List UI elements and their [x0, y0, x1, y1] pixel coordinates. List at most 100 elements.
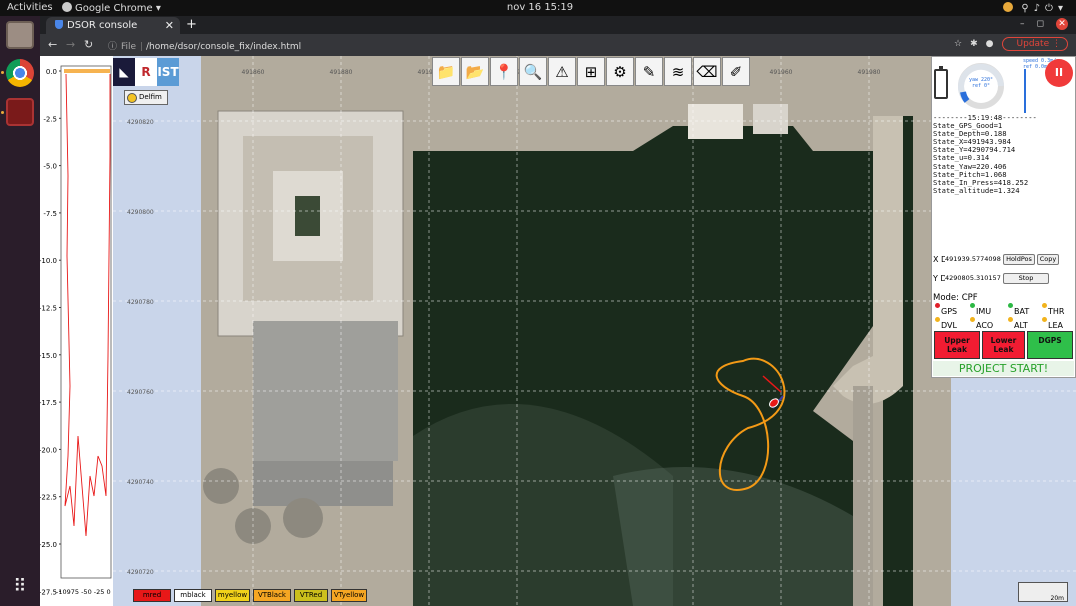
info-icon: ⓘ [108, 42, 118, 52]
ruler-icon[interactable]: ⊞ [577, 57, 605, 86]
vehicle-name: Delfim [139, 93, 162, 101]
isr-logo: R [135, 58, 157, 86]
grid-x-label: 491860 [242, 69, 265, 76]
clock[interactable]: nov 16 15:19 [500, 2, 580, 13]
profile-icon[interactable]: ● [986, 39, 994, 49]
x-input[interactable]: 491939.5774098 [945, 254, 1002, 265]
layer-button-vtred[interactable]: VTRed [294, 589, 328, 602]
eraser-icon[interactable]: ⌫ [693, 57, 721, 86]
vehicle-select-button[interactable]: Delfim [124, 90, 168, 105]
volume-icon: ♪ [1033, 3, 1046, 14]
tab-dsor-console[interactable]: DSOR console ✕ [46, 17, 180, 34]
pencil-icon[interactable]: ✎ [635, 57, 663, 86]
depth-tick-label: -7.5 [43, 210, 57, 218]
address-bar: ← → ↻ ⓘ File | /home/dsor/console_fix/inde… [40, 34, 1076, 56]
app-menu[interactable]: Google Chrome ▾ [62, 2, 161, 14]
stop-button[interactable]: Stop [1003, 273, 1049, 284]
copy-button[interactable]: Copy [1037, 254, 1059, 265]
url-field[interactable]: ⓘ File | /home/dsor/console_fix/index.html [108, 39, 301, 52]
pause-button[interactable]: II [1045, 59, 1073, 87]
new-tab-button[interactable]: + [186, 17, 197, 32]
layer-button-mblack[interactable]: mblack [174, 589, 212, 602]
activities-button[interactable]: Activities [7, 2, 53, 13]
warning-icon[interactable]: ⚠ [548, 57, 576, 86]
grid-y-label: 4290720 [127, 569, 154, 576]
indicator-label: IMU [976, 307, 992, 316]
layer-button-myellow[interactable]: myellow [215, 589, 250, 602]
map-pin-icon[interactable]: 📍 [490, 57, 518, 86]
holdpos-button[interactable]: HoldPos [1003, 254, 1035, 265]
eraser-tool-icon[interactable]: ✐ [722, 57, 750, 86]
show-applications-icon[interactable]: ⠿ [9, 576, 31, 598]
network-icon: ⚲ [1021, 3, 1034, 14]
depth-tick-label: -17.5 [40, 399, 57, 407]
close-window-icon[interactable]: ✕ [1056, 18, 1068, 30]
logos: ◣ R IST [113, 58, 179, 86]
folder-open-icon[interactable]: 📂 [461, 57, 489, 86]
project-start-banner[interactable]: PROJECT START! [933, 361, 1074, 376]
leak-button-lower-leak[interactable]: Lower Leak [982, 331, 1025, 359]
depth-tick-label: -25.0 [40, 541, 57, 549]
files-icon[interactable] [6, 21, 34, 49]
file-label: File [121, 42, 137, 52]
depth-tick-label: -5.0 [43, 163, 57, 171]
battery-icon [934, 66, 948, 99]
scale-label: 20m [1050, 595, 1064, 602]
chrome-dock-icon[interactable] [6, 59, 34, 87]
depth-plot-svg: 0.0 -2.5 -5.0 -7.5 -10.0 -12.5 -15.0 -17.5 -20.0… [40, 65, 112, 596]
magnifier-icon[interactable]: 🔍 [519, 57, 547, 86]
close-tab-icon[interactable]: ✕ [165, 19, 174, 32]
y-row: Y D 4290805.310157 Stop [932, 273, 1076, 285]
star-icon[interactable]: ☆ [954, 39, 962, 49]
layer-button-mred[interactable]: mred [133, 589, 171, 602]
status-dot-icon [970, 317, 975, 322]
layer-button-vtblack[interactable]: VTBlack [253, 589, 291, 602]
page-content: 0.0 -2.5 -5.0 -7.5 -10.0 -12.5 -15.0 -17.5 -20.0… [40, 56, 1076, 606]
folder-icon[interactable]: 📁 [432, 57, 460, 86]
maximize-icon[interactable]: ◻ [1037, 19, 1044, 29]
indicator-label: ALT [1014, 321, 1028, 330]
scale-bar: 20m [1018, 582, 1068, 602]
terminal-icon[interactable] [6, 98, 34, 126]
status-dot-icon [970, 303, 975, 308]
extensions-icon[interactable]: ✱ [970, 39, 978, 49]
status-dot-icon [1008, 317, 1013, 322]
telemetry-panel: yaw 220° ref 0° speed 0.3m/s ref 0.0m/s … [931, 56, 1076, 378]
shield-icon [55, 20, 63, 29]
plaza-circle [203, 468, 239, 504]
update-label: Update [1016, 39, 1050, 49]
layer-button-vtyellow[interactable]: VTyellow [331, 589, 367, 602]
depth-tick-label: -10.0 [40, 257, 57, 265]
minimize-icon[interactable]: – [1020, 19, 1025, 29]
depth-reference-line [64, 69, 110, 73]
y-input[interactable]: 4290805.310157 [945, 273, 1002, 284]
dock: ⠿ [0, 16, 40, 606]
grid-x-label: 491980 [858, 69, 881, 76]
depth-tick-label: -27.5 [40, 588, 57, 596]
indicator-label: BAT [1014, 307, 1030, 316]
status-dot-icon [1008, 303, 1013, 308]
status-dot-icon [1042, 317, 1047, 322]
back-icon[interactable]: ← [48, 38, 57, 51]
depth-tick-label: -15.0 [40, 352, 57, 360]
chevron-down-icon: ▾ [1057, 3, 1068, 14]
grid-x-label: 491960 [770, 69, 793, 76]
reload-icon[interactable]: ↻ [84, 38, 93, 51]
gear-tools-icon[interactable]: ⚙ [606, 57, 634, 86]
small-building [753, 104, 788, 134]
forward-icon[interactable]: → [66, 38, 75, 51]
state-log[interactable]: --------15:19:48-------- State_GPS_Good=… [932, 113, 1076, 254]
status-dot-icon [935, 317, 940, 322]
running-indicator [1, 111, 4, 114]
address-bar-actions: ☆ ✱ ● Update ⋮ [946, 37, 1068, 51]
status-dot-icon [1042, 303, 1047, 308]
system-tray[interactable]: ⚲♪⏻▾ [1003, 2, 1068, 14]
system-top-bar: Activities Google Chrome ▾ nov 16 15:19 … [0, 0, 1076, 16]
leak-button-dgps[interactable]: DGPS [1027, 331, 1073, 359]
indicator-label: LEA [1048, 321, 1063, 330]
gauge-text: yaw 220° ref 0° [965, 77, 997, 89]
speed-bar [1024, 69, 1026, 113]
lawnmower-path-icon[interactable]: ≋ [664, 57, 692, 86]
update-button[interactable]: Update ⋮ [1001, 37, 1068, 51]
leak-button-upper-leak[interactable]: Upper Leak [934, 331, 980, 359]
